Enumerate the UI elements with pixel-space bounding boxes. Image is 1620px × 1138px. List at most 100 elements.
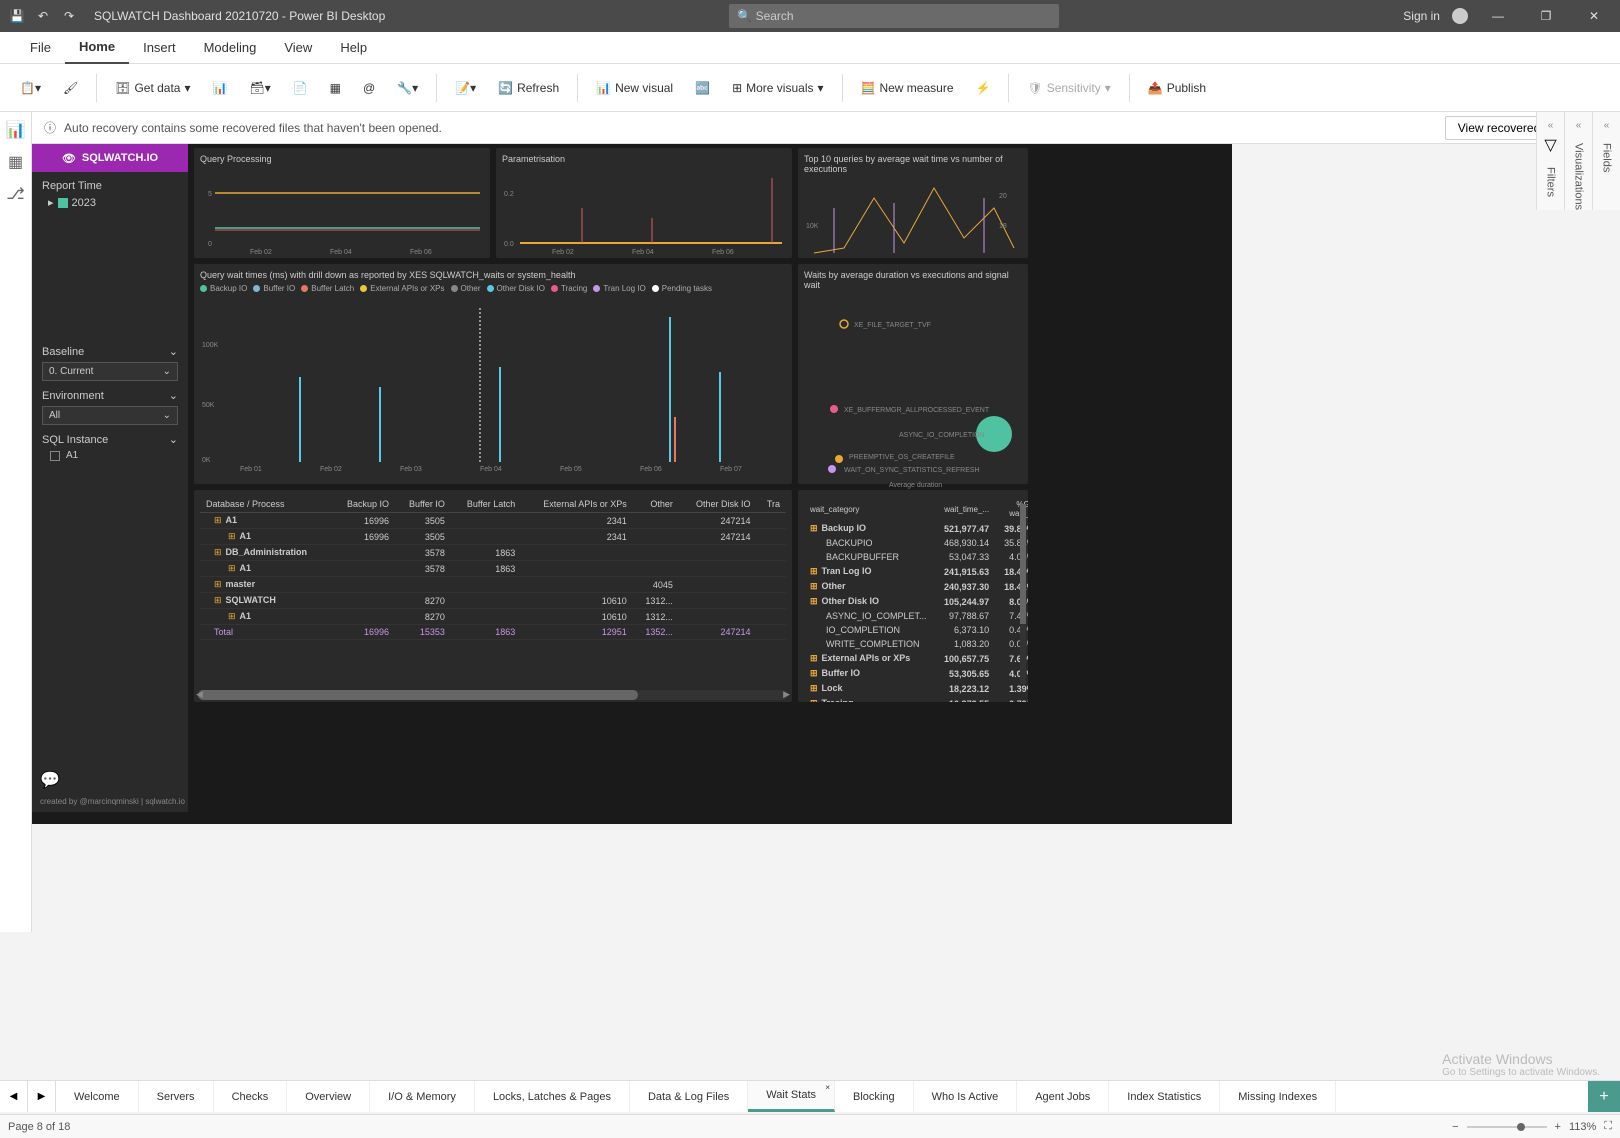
environment-dropdown[interactable]: All⌄ <box>42 406 178 425</box>
transform-data-button[interactable]: 📝▾ <box>447 77 484 99</box>
close-icon[interactable]: ✕ <box>1576 0 1612 32</box>
report-view-icon[interactable]: 📊 <box>6 120 26 140</box>
model-view-icon[interactable]: ⎇ <box>6 184 26 204</box>
more-visuals-button[interactable]: ⊞ More visuals ▾ <box>724 77 831 99</box>
page-indicator: Page 8 of 18 <box>8 1121 70 1133</box>
menu-help[interactable]: Help <box>326 32 381 64</box>
chevron-left-icon[interactable]: « <box>1576 120 1582 131</box>
chevron-icon[interactable]: ⌄ <box>169 389 178 402</box>
page-tab-blocking[interactable]: Blocking <box>835 1081 914 1112</box>
page-tab-who-is-active[interactable]: Who Is Active <box>914 1081 1018 1112</box>
page-tabs: ◀ ▶ WelcomeServersChecksOverviewI/O & Me… <box>0 1080 1620 1112</box>
feedback-icon[interactable]: 💬 <box>40 770 60 790</box>
fit-page-icon[interactable]: ⛶ <box>1604 1120 1612 1133</box>
chevron-left-icon[interactable]: « <box>1604 120 1610 131</box>
logo-icon: 👁 <box>62 152 76 165</box>
svg-text:PREEMPTIVE_OS_CREATEFILE: PREEMPTIVE_OS_CREATEFILE <box>849 454 955 461</box>
page-tab-wait-stats[interactable]: Wait Stats× <box>748 1081 835 1112</box>
svg-text:0K: 0K <box>202 457 211 464</box>
chevron-icon[interactable]: ⌄ <box>169 433 178 446</box>
query-processing-chart[interactable]: Query Processing 5 0 Feb 02 Feb 04 Feb 0… <box>194 148 490 258</box>
sensitivity-button[interactable]: 🛡 Sensitivity ▾ <box>1019 77 1118 99</box>
new-visual-button[interactable]: 📊 New visual <box>588 77 681 99</box>
report-time-label: Report Time <box>42 180 178 192</box>
menu-insert[interactable]: Insert <box>129 32 190 64</box>
parametrisation-chart[interactable]: Parametrisation 0.2 0.0 Feb 02 Feb 04 Fe… <box>496 148 792 258</box>
paste-button[interactable]: 📋▾ <box>12 77 49 99</box>
signin-button[interactable]: Sign in <box>1403 9 1440 23</box>
get-data-button[interactable]: 🗄 Get data ▾ <box>107 77 198 99</box>
svg-text:Feb 01: Feb 01 <box>240 466 262 472</box>
vertical-scrollbar[interactable] <box>1020 504 1026 684</box>
baseline-label: Baseline <box>42 346 84 358</box>
filters-pane[interactable]: « ▽ Filters <box>1536 112 1564 210</box>
excel-button[interactable]: 📊 <box>205 77 236 99</box>
zoom-out-icon[interactable]: − <box>1452 1121 1458 1133</box>
maximize-icon[interactable]: ❐ <box>1528 0 1564 32</box>
recent-button[interactable]: @ <box>355 77 383 99</box>
page-tab-servers[interactable]: Servers <box>139 1081 214 1112</box>
tab-nav-next[interactable]: ▶ <box>28 1081 56 1112</box>
scatter-label: XE_FILE_TARGET_TVF <box>854 322 931 329</box>
minimize-icon[interactable]: — <box>1480 0 1516 32</box>
format-painter-button[interactable]: 🖌 <box>55 77 86 99</box>
redo-icon[interactable]: ↷ <box>60 7 78 25</box>
page-tab-locks-latches-pages[interactable]: Locks, Latches & Pages <box>475 1081 630 1112</box>
fields-pane[interactable]: « Fields <box>1592 112 1620 210</box>
menu-file[interactable]: File <box>16 32 65 64</box>
ribbon: 📋▾ 🖌 🗄 Get data ▾ 📊 🗃▾ 📄 ▦ @ 🔧▾ 📝▾ 🔄 Ref… <box>0 64 1620 112</box>
svg-text:Feb 02: Feb 02 <box>320 466 342 472</box>
menu-modeling[interactable]: Modeling <box>190 32 271 64</box>
new-measure-button[interactable]: 🧮 New measure <box>853 77 962 99</box>
wait-times-chart[interactable]: Query wait times (ms) with drill down as… <box>194 264 792 484</box>
transform-button[interactable]: 🔧▾ <box>389 77 426 99</box>
search-input[interactable]: 🔍 Search <box>729 4 1059 28</box>
waits-scatter-chart[interactable]: Waits by average duration vs executions … <box>798 264 1028 484</box>
dataverse-button[interactable]: ▦ <box>322 77 349 99</box>
text-box-button[interactable]: 🔤 <box>687 77 718 99</box>
svg-text:Feb 04: Feb 04 <box>632 249 654 256</box>
refresh-button[interactable]: 🔄 Refresh <box>490 77 567 99</box>
process-table[interactable]: Database / ProcessBackup IOBuffer IOBuff… <box>194 490 792 702</box>
page-tab-welcome[interactable]: Welcome <box>56 1081 139 1112</box>
info-icon: ⓘ <box>44 119 56 136</box>
horizontal-scrollbar[interactable]: ◀ ▶ <box>198 690 788 700</box>
top10-chart[interactable]: Top 10 queries by average wait time vs n… <box>798 148 1028 258</box>
publish-button[interactable]: 📤 Publish <box>1140 77 1214 99</box>
svg-text:Feb 02: Feb 02 <box>250 249 272 256</box>
chevron-icon[interactable]: ⌄ <box>169 345 178 358</box>
data-view-icon[interactable]: ▦ <box>6 152 26 172</box>
save-icon[interactable]: 💾 <box>8 7 26 25</box>
page-tab-data-log-files[interactable]: Data & Log Files <box>630 1081 748 1112</box>
data-hub-button[interactable]: 🗃▾ <box>241 77 278 99</box>
wait-category-table[interactable]: wait_categorywait_time_...%GT wait_...⊞B… <box>798 490 1028 702</box>
menu-view[interactable]: View <box>270 32 326 64</box>
visualizations-pane[interactable]: « Visualizations <box>1564 112 1592 210</box>
page-tab-missing-indexes[interactable]: Missing Indexes <box>1220 1081 1336 1112</box>
page-tab-agent-jobs[interactable]: Agent Jobs <box>1017 1081 1109 1112</box>
undo-icon[interactable]: ↶ <box>34 7 52 25</box>
statusbar: Page 8 of 18 − + 113% ⛶ <box>0 1114 1620 1138</box>
chevron-left-icon[interactable]: « <box>1548 120 1554 131</box>
svg-text:XE_BUFFERMGR_ALLPROCESSED_EVEN: XE_BUFFERMGR_ALLPROCESSED_EVENT <box>844 407 990 414</box>
sql-instance-checkbox[interactable]: A1 <box>42 450 178 461</box>
zoom-in-icon[interactable]: + <box>1555 1121 1561 1133</box>
avatar[interactable] <box>1452 8 1468 24</box>
sqlwatch-logo: 👁 SQLWATCH.IO <box>32 144 188 172</box>
year-filter[interactable]: ▸2023 <box>42 196 178 209</box>
baseline-dropdown[interactable]: 0. Current⌄ <box>42 362 178 381</box>
page-tab-checks[interactable]: Checks <box>214 1081 288 1112</box>
svg-text:Feb 04: Feb 04 <box>330 249 352 256</box>
page-tab-i-o-memory[interactable]: I/O & Memory <box>370 1081 475 1112</box>
sql-instance-label: SQL Instance <box>42 434 108 446</box>
add-page-button[interactable]: + <box>1588 1081 1620 1112</box>
tab-nav-prev[interactable]: ◀ <box>0 1081 28 1112</box>
quick-measure-button[interactable]: ⚡ <box>968 77 999 99</box>
svg-text:Feb 06: Feb 06 <box>410 249 432 256</box>
page-tab-index-statistics[interactable]: Index Statistics <box>1109 1081 1220 1112</box>
zoom-slider[interactable] <box>1467 1126 1547 1128</box>
report-canvas: 👁 SQLWATCH.IO Report Time ▸2023 Baseline… <box>32 144 1232 824</box>
menu-home[interactable]: Home <box>65 32 129 64</box>
page-tab-overview[interactable]: Overview <box>287 1081 370 1112</box>
sql-button[interactable]: 📄 <box>285 77 316 99</box>
